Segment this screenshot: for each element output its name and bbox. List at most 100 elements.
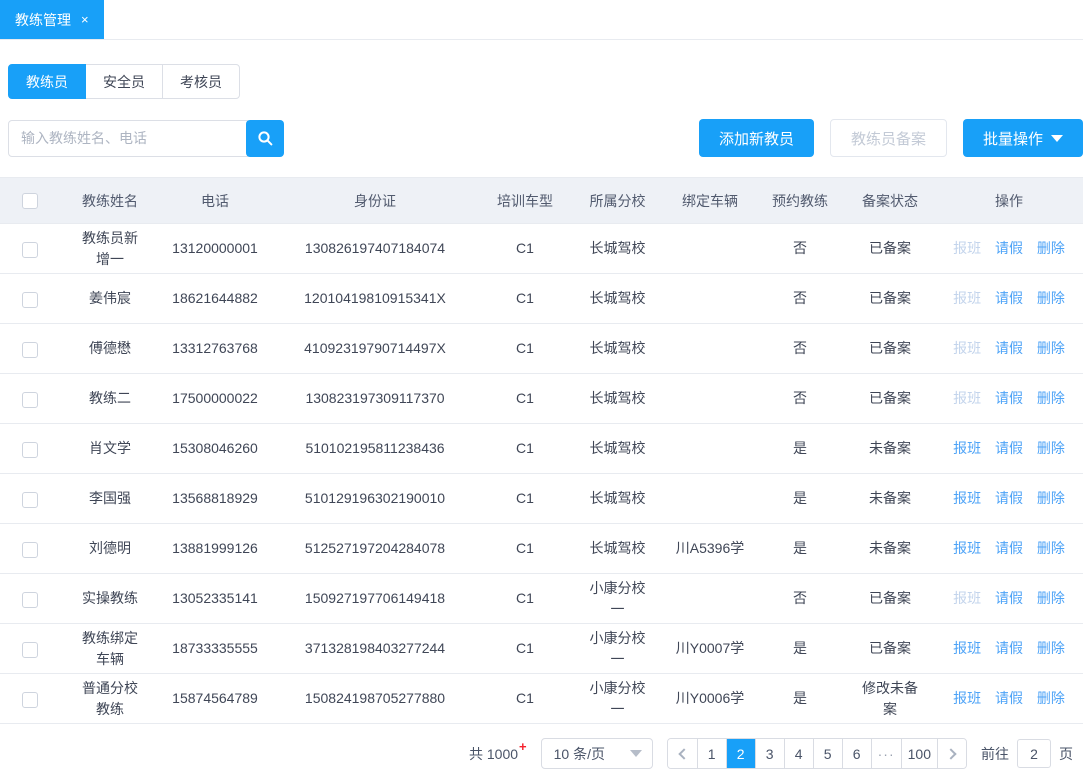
- table-row: 肖文学 15308046260 510102195811238436 C1 长城…: [0, 424, 1083, 474]
- next-page-button[interactable]: [937, 739, 966, 768]
- cell-bookable: 否: [755, 574, 845, 624]
- cell-id-card: 371328198403277244: [270, 624, 480, 674]
- window-tab-coach-management[interactable]: 教练管理 ×: [0, 0, 104, 39]
- delete-link[interactable]: 删除: [1037, 690, 1065, 706]
- cell-branch: 长城驾校: [570, 524, 665, 574]
- page-button-5[interactable]: 5: [813, 739, 842, 768]
- row-checkbox[interactable]: [22, 392, 38, 408]
- delete-link[interactable]: 删除: [1037, 240, 1065, 256]
- cell-record-status: 已备案: [845, 624, 935, 674]
- enroll-link[interactable]: 报班: [953, 490, 981, 506]
- leave-link[interactable]: 请假: [995, 640, 1023, 656]
- delete-link[interactable]: 删除: [1037, 490, 1065, 506]
- enroll-link[interactable]: 报班: [953, 640, 981, 656]
- row-checkbox[interactable]: [22, 642, 38, 658]
- row-checkbox[interactable]: [22, 492, 38, 508]
- row-checkbox[interactable]: [22, 442, 38, 458]
- cell-record-status: 已备案: [845, 274, 935, 324]
- header-branch: 所属分校: [570, 178, 665, 224]
- table-row: 教练员新增一 13120000001 130826197407184074 C1…: [0, 224, 1083, 274]
- search-button[interactable]: [246, 120, 284, 157]
- cell-record-status: 未备案: [845, 424, 935, 474]
- enroll-link: 报班: [953, 290, 981, 306]
- cell-bookable: 是: [755, 424, 845, 474]
- select-all-checkbox[interactable]: [22, 193, 38, 209]
- page-button-1[interactable]: 1: [697, 739, 726, 768]
- enroll-link[interactable]: 报班: [953, 540, 981, 556]
- delete-link[interactable]: 删除: [1037, 590, 1065, 606]
- cell-car-type: C1: [480, 324, 570, 374]
- more-pages-ellipsis[interactable]: ···: [871, 739, 901, 768]
- cell-id-card: 510129196302190010: [270, 474, 480, 524]
- enroll-link[interactable]: 报班: [953, 690, 981, 706]
- delete-link[interactable]: 删除: [1037, 290, 1065, 306]
- cell-phone: 13052335141: [160, 574, 270, 624]
- delete-link[interactable]: 删除: [1037, 390, 1065, 406]
- cell-coach-name: 姜伟宸: [60, 274, 160, 324]
- chevron-down-icon: [1051, 135, 1063, 142]
- row-checkbox[interactable]: [22, 292, 38, 308]
- row-checkbox[interactable]: [22, 692, 38, 708]
- cell-coach-name: 李国强: [60, 474, 160, 524]
- goto-page: 前往 页: [981, 739, 1073, 768]
- row-checkbox[interactable]: [22, 242, 38, 258]
- cell-car-type: C1: [480, 674, 570, 724]
- prev-page-button[interactable]: [668, 739, 697, 768]
- cell-branch: 长城驾校: [570, 274, 665, 324]
- page-button-3[interactable]: 3: [755, 739, 784, 768]
- tab-coach-label: 教练员: [26, 72, 68, 92]
- chevron-down-icon: [630, 750, 642, 757]
- page-button-2[interactable]: 2: [726, 739, 755, 768]
- cell-id-card: 12010419810915341X: [270, 274, 480, 324]
- goto-page-input[interactable]: [1017, 739, 1051, 768]
- close-icon[interactable]: ×: [81, 13, 89, 26]
- table-row: 教练绑定车辆 18733335555 371328198403277244 C1…: [0, 624, 1083, 674]
- add-coach-button[interactable]: 添加新教员: [699, 119, 814, 157]
- cell-bookable: 是: [755, 474, 845, 524]
- page-button-4[interactable]: 4: [784, 739, 813, 768]
- cell-bookable: 否: [755, 324, 845, 374]
- delete-link[interactable]: 删除: [1037, 640, 1065, 656]
- row-checkbox[interactable]: [22, 542, 38, 558]
- cell-phone: 15874564789: [160, 674, 270, 724]
- row-checkbox[interactable]: [22, 342, 38, 358]
- delete-link[interactable]: 删除: [1037, 440, 1065, 456]
- delete-link[interactable]: 删除: [1037, 540, 1065, 556]
- leave-link[interactable]: 请假: [995, 340, 1023, 356]
- tab-assessor[interactable]: 考核员: [162, 64, 240, 99]
- cell-record-status: 已备案: [845, 324, 935, 374]
- enroll-link[interactable]: 报班: [953, 440, 981, 456]
- delete-link[interactable]: 删除: [1037, 340, 1065, 356]
- leave-link[interactable]: 请假: [995, 240, 1023, 256]
- search-input[interactable]: [8, 120, 248, 157]
- batch-operation-button[interactable]: 批量操作: [963, 119, 1083, 157]
- tab-safety-officer[interactable]: 安全员: [85, 64, 163, 99]
- cell-id-card: 150824198705277880: [270, 674, 480, 724]
- row-checkbox[interactable]: [22, 592, 38, 608]
- leave-link[interactable]: 请假: [995, 440, 1023, 456]
- leave-link[interactable]: 请假: [995, 390, 1023, 406]
- cell-branch: 长城驾校: [570, 474, 665, 524]
- page-size-select[interactable]: 10 条/页: [541, 738, 653, 769]
- leave-link[interactable]: 请假: [995, 490, 1023, 506]
- leave-link[interactable]: 请假: [995, 690, 1023, 706]
- cell-bookable: 否: [755, 374, 845, 424]
- page-button-100[interactable]: 100: [901, 739, 937, 768]
- table-row: 刘德明 13881999126 512527197204284078 C1 长城…: [0, 524, 1083, 574]
- tab-coach[interactable]: 教练员: [8, 64, 86, 99]
- cell-vehicle: [665, 324, 755, 374]
- enroll-link: 报班: [953, 590, 981, 606]
- cell-branch: 长城驾校: [570, 224, 665, 274]
- leave-link[interactable]: 请假: [995, 540, 1023, 556]
- window-tab-label: 教练管理: [15, 10, 71, 30]
- cell-coach-name: 刘德明: [60, 524, 160, 574]
- table-row: 教练二 17500000022 130823197309117370 C1 长城…: [0, 374, 1083, 424]
- page-button-6[interactable]: 6: [842, 739, 871, 768]
- leave-link[interactable]: 请假: [995, 590, 1023, 606]
- leave-link[interactable]: 请假: [995, 290, 1023, 306]
- cell-id-card: 512527197204284078: [270, 524, 480, 574]
- cell-car-type: C1: [480, 374, 570, 424]
- batch-operation-button-label: 批量操作: [983, 128, 1043, 149]
- cell-vehicle: [665, 374, 755, 424]
- cell-branch: 长城驾校: [570, 424, 665, 474]
